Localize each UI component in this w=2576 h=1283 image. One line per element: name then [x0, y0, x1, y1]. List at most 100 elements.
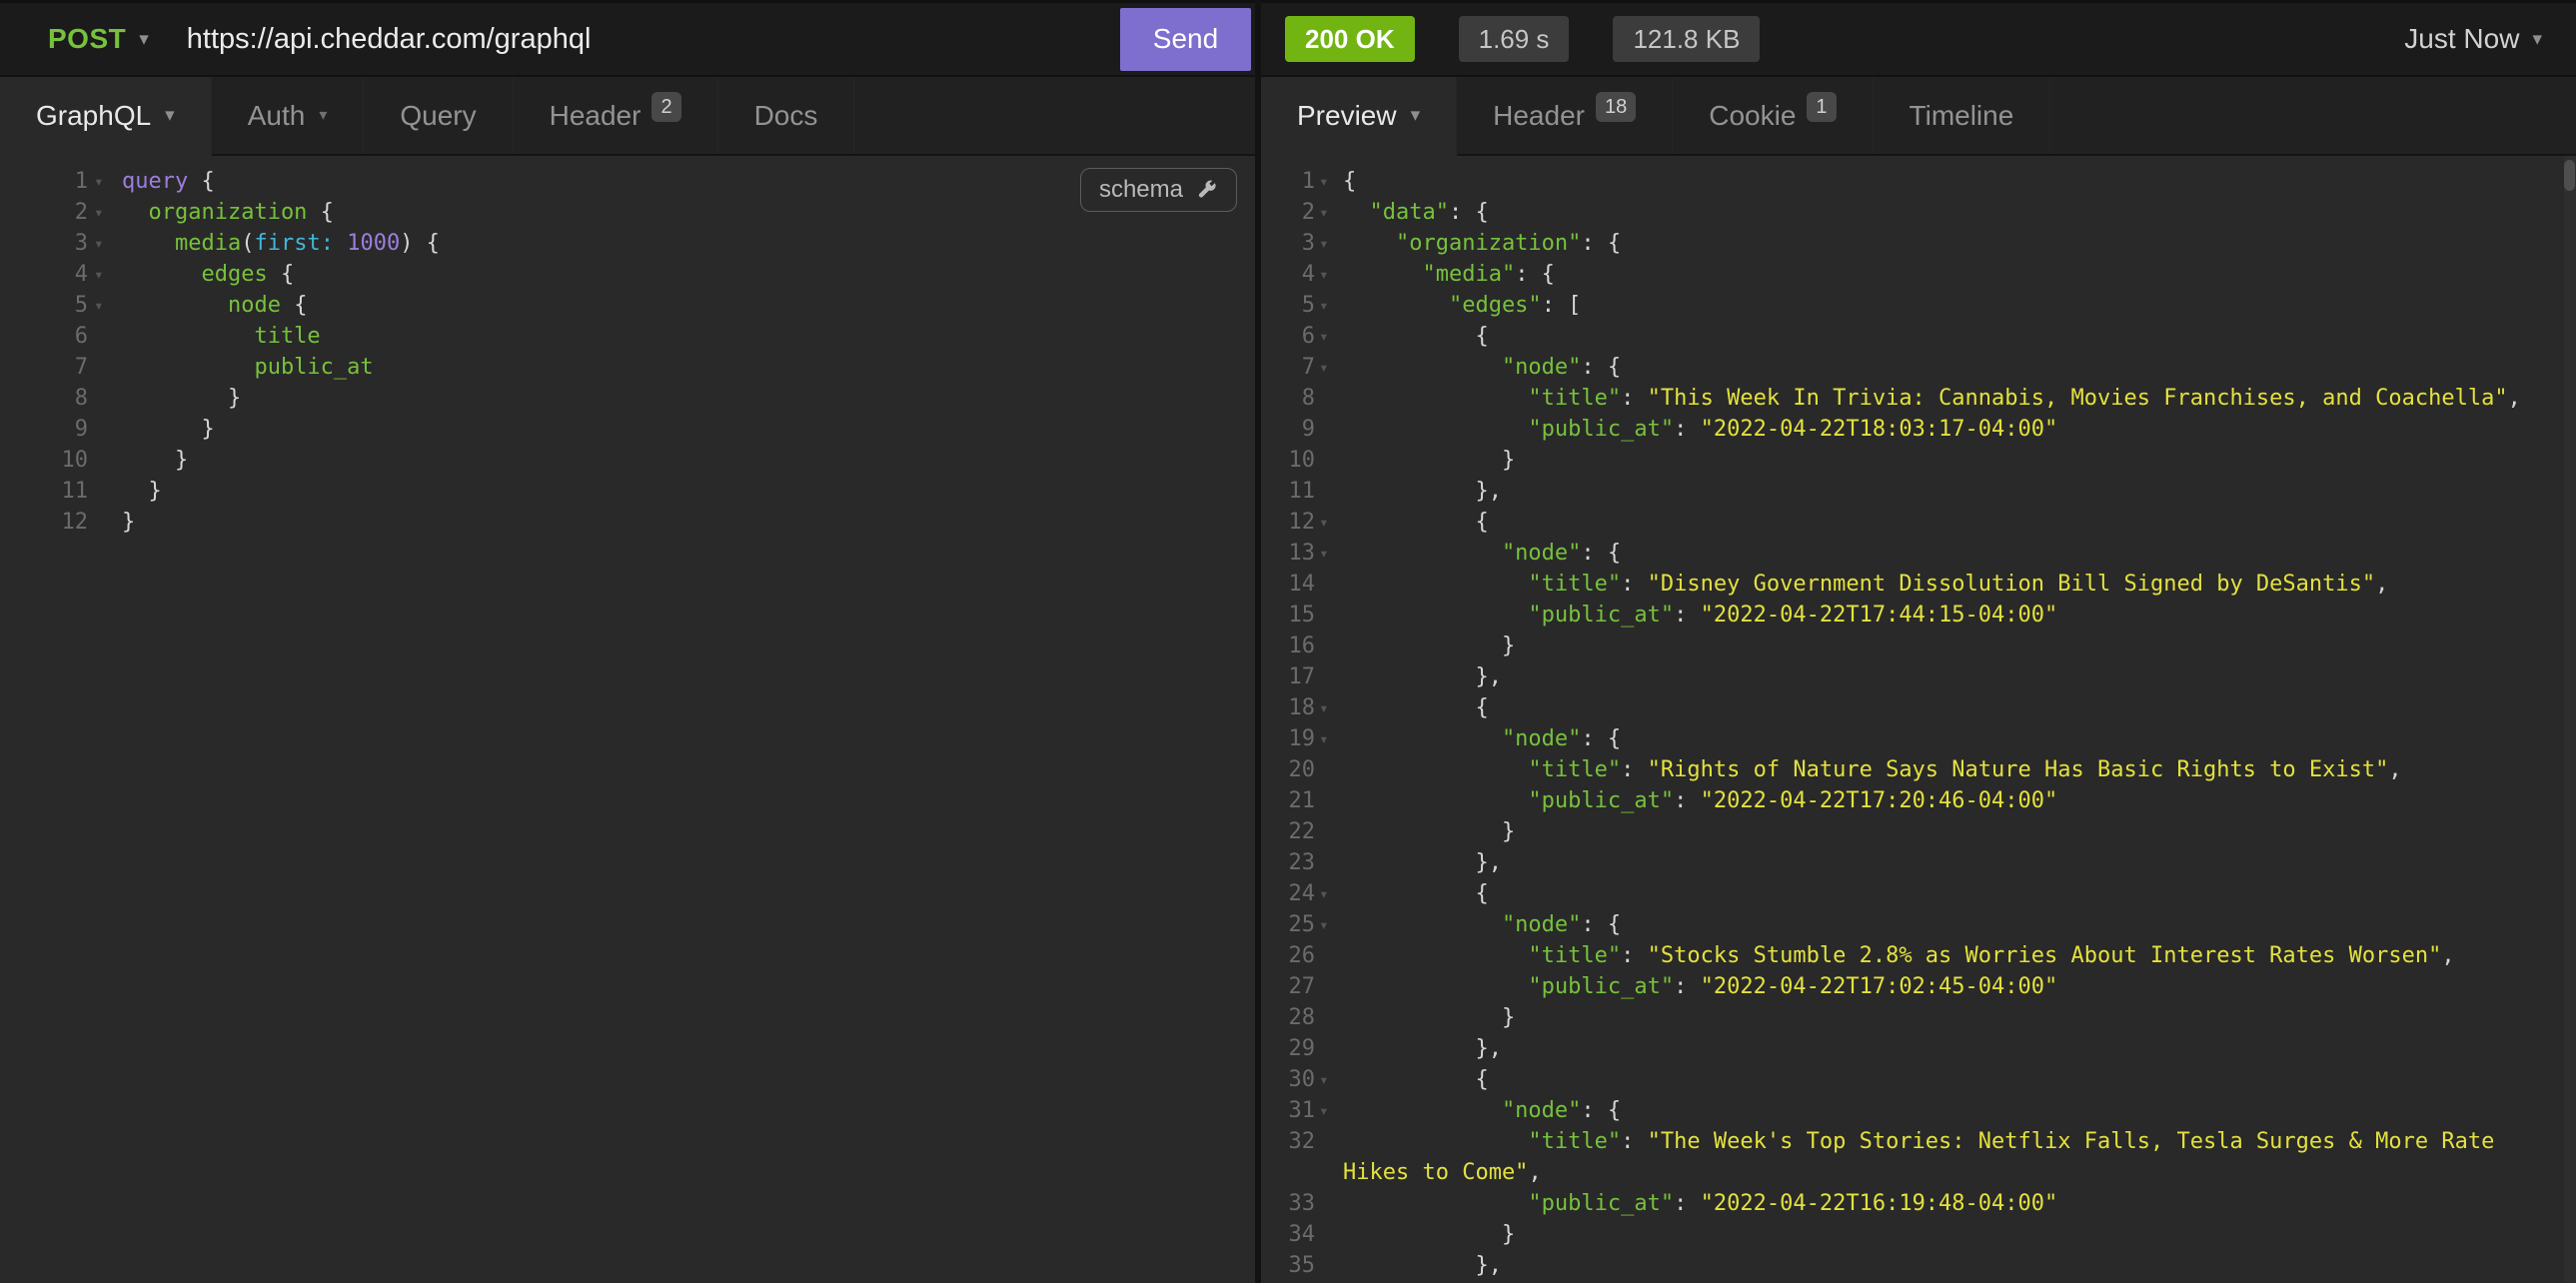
chevron-down-icon: ▾: [2532, 30, 2542, 49]
code-text: }: [1343, 816, 1515, 847]
tab-timeline[interactable]: Timeline: [1874, 77, 2051, 154]
fold-caret-icon[interactable]: ▾: [1315, 352, 1343, 383]
fold-caret-icon[interactable]: ▾: [88, 166, 122, 197]
send-button[interactable]: Send: [1120, 8, 1251, 71]
tab-label: Preview: [1297, 100, 1397, 132]
code-line: 23 },: [1261, 847, 2576, 878]
schema-button[interactable]: schema: [1080, 168, 1237, 212]
code-text: public_at: [122, 352, 374, 383]
response-meta-bar: 200 OK 1.69 s 121.8 KB Just Now ▾: [1261, 0, 2576, 77]
code-line: 10 }: [0, 445, 1255, 476]
fold-caret-icon[interactable]: ▾: [1315, 692, 1343, 723]
history-label: Just Now: [2404, 23, 2519, 55]
fold-caret-icon[interactable]: ▾: [1315, 538, 1343, 569]
line-number: 14: [1261, 569, 1315, 600]
fold-caret-placeholder: [1315, 631, 1343, 661]
fold-caret-icon[interactable]: ▾: [1315, 290, 1343, 321]
fold-caret-placeholder: [1315, 1126, 1343, 1157]
fold-caret-placeholder: [1315, 847, 1343, 878]
code-text: },: [1343, 661, 1502, 692]
line-number: 2: [0, 197, 88, 228]
fold-caret-icon[interactable]: ▾: [1315, 1064, 1343, 1095]
line-number: 11: [1261, 476, 1315, 507]
code-line: 1▾query {: [0, 166, 1255, 197]
code-text: "public_at": "2022-04-22T18:03:17-04:00": [1343, 414, 2057, 445]
line-number: 9: [0, 414, 88, 445]
fold-caret-placeholder: [1315, 1033, 1343, 1064]
fold-caret-icon[interactable]: ▾: [88, 197, 122, 228]
code-line: 3▾ media(first: 1000) {: [0, 228, 1255, 259]
tab-preview[interactable]: Preview ▾: [1261, 77, 1457, 154]
line-number: 4: [0, 259, 88, 290]
tab-label: Header: [1493, 100, 1585, 132]
line-number: 10: [0, 445, 88, 476]
code-text: {: [1343, 321, 1489, 352]
line-number: 9: [1261, 414, 1315, 445]
line-number: 19: [1261, 723, 1315, 754]
fold-caret-icon[interactable]: ▾: [88, 290, 122, 321]
tab-request-header[interactable]: Header 2: [514, 77, 718, 154]
fold-caret-icon[interactable]: ▾: [1315, 197, 1343, 228]
line-number: 22: [1261, 816, 1315, 847]
chevron-down-icon[interactable]: ▾: [139, 30, 149, 49]
code-line: 6▾ {: [1261, 321, 2576, 352]
fold-caret-icon[interactable]: ▾: [1315, 321, 1343, 352]
history-dropdown[interactable]: Just Now ▾: [2404, 23, 2542, 55]
code-line: 11 },: [1261, 476, 2576, 507]
code-text: media(first: 1000) {: [122, 228, 440, 259]
code-line: 12}: [0, 507, 1255, 538]
line-number: 12: [1261, 507, 1315, 538]
fold-caret-icon[interactable]: ▾: [1315, 723, 1343, 754]
code-line: 5▾ "edges": [: [1261, 290, 2576, 321]
code-line: 8 }: [0, 383, 1255, 414]
tab-label: Docs: [754, 100, 818, 132]
code-text: },: [1343, 847, 1502, 878]
code-text: },: [1343, 1250, 1502, 1281]
code-text: "node": {: [1343, 538, 1621, 569]
code-line: 2▾ organization {: [0, 197, 1255, 228]
code-text: "title": "Rights of Nature Says Nature H…: [1343, 754, 2402, 785]
tab-graphql-body[interactable]: GraphQL ▾: [0, 77, 212, 154]
code-text: }: [1343, 1219, 1515, 1250]
line-number: 5: [1261, 290, 1315, 321]
line-number: 25: [1261, 909, 1315, 940]
fold-caret-icon[interactable]: ▾: [1315, 909, 1343, 940]
tab-label: Header: [550, 100, 642, 132]
fold-caret-icon[interactable]: ▾: [1315, 878, 1343, 909]
tab-cookie[interactable]: Cookie 1: [1673, 77, 1873, 154]
code-line: 3▾ "organization": {: [1261, 228, 2576, 259]
code-text: "data": {: [1343, 197, 1489, 228]
code-text: organization {: [122, 197, 334, 228]
fold-caret-icon[interactable]: ▾: [1315, 228, 1343, 259]
fold-caret-icon[interactable]: ▾: [1315, 259, 1343, 290]
fold-caret-placeholder: [1315, 600, 1343, 631]
fold-caret-placeholder: [88, 507, 122, 538]
tab-docs[interactable]: Docs: [718, 77, 855, 154]
fold-caret-icon[interactable]: ▾: [88, 259, 122, 290]
code-text: {: [1343, 1064, 1489, 1095]
code-line: 12▾ {: [1261, 507, 2576, 538]
line-number: 23: [1261, 847, 1315, 878]
tab-query[interactable]: Query: [364, 77, 513, 154]
scrollbar-thumb[interactable]: [2564, 160, 2575, 191]
code-line: 15 "public_at": "2022-04-22T17:44:15-04:…: [1261, 600, 2576, 631]
fold-caret-icon[interactable]: ▾: [1315, 166, 1343, 197]
code-text: "title": "The Week's Top Stories: Netfli…: [1343, 1126, 2494, 1157]
tab-response-header[interactable]: Header 18: [1457, 77, 1673, 154]
code-text: }: [1343, 1002, 1515, 1033]
line-number: 21: [1261, 785, 1315, 816]
code-text: "edges": [: [1343, 290, 1581, 321]
fold-caret-icon[interactable]: ▾: [1315, 1095, 1343, 1126]
line-number: [1261, 1157, 1315, 1188]
code-text: "title": "Disney Government Dissolution …: [1343, 569, 2388, 600]
method-dropdown[interactable]: POST: [48, 23, 126, 55]
url-input[interactable]: https://api.cheddar.com/graphql: [187, 23, 592, 56]
fold-caret-icon[interactable]: ▾: [1315, 507, 1343, 538]
scrollbar-track[interactable]: [2564, 156, 2576, 1283]
code-text: node {: [122, 290, 307, 321]
code-text: query {: [122, 166, 215, 197]
response-preview-editor[interactable]: 1▾{2▾ "data": {3▾ "organization": {4▾ "m…: [1261, 156, 2576, 1283]
fold-caret-icon[interactable]: ▾: [88, 228, 122, 259]
graphql-query-editor[interactable]: 1▾query {2▾ organization {3▾ media(first…: [0, 156, 1255, 1283]
tab-auth[interactable]: Auth ▾: [212, 77, 365, 154]
